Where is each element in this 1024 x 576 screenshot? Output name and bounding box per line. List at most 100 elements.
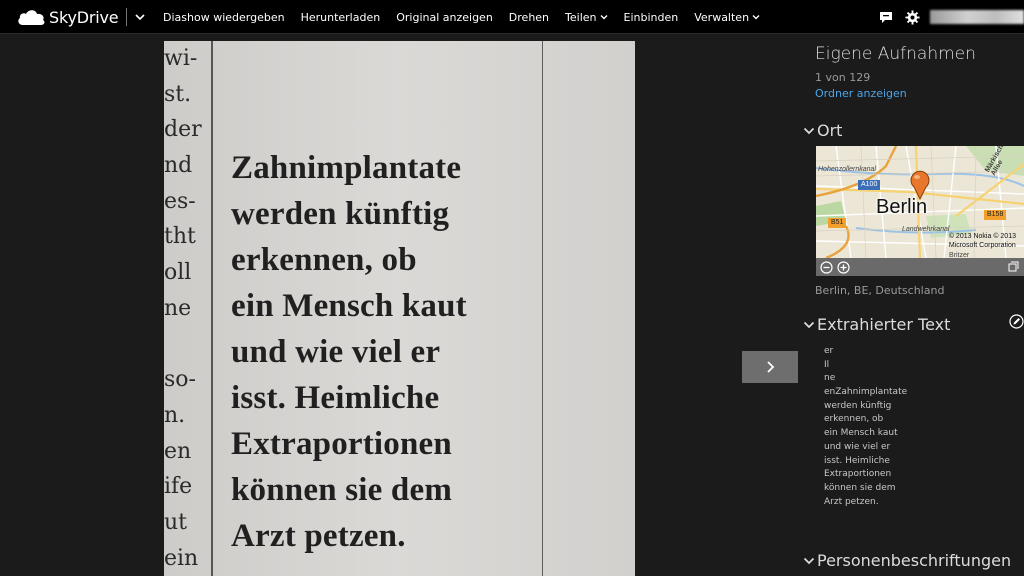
fragment-line: tht xyxy=(164,224,196,250)
extracted-line: erkennen, ob xyxy=(824,414,884,425)
fragment-line: ut xyxy=(164,509,188,535)
fragment-line: so- xyxy=(164,367,196,393)
fragment-line: ife xyxy=(164,474,193,500)
photo-viewer[interactable]: wi-st. der nd es-tht oll ne so-n. en ife ut ein Za… xyxy=(164,41,635,576)
extracted-line: ein Mensch kaut xyxy=(824,428,898,439)
share-menu[interactable]: Teilen xyxy=(557,0,615,34)
column-rule-left xyxy=(211,41,213,576)
chevron-down-icon xyxy=(803,127,815,134)
extracted-line: isst. Heimliche xyxy=(824,455,890,466)
quote-line: und wie viel er xyxy=(231,334,441,370)
slideshow-label: Diashow wiedergeben xyxy=(163,10,285,24)
map-label-hohenzollernkanal: Hohenzollernkanal xyxy=(818,166,876,173)
view-folder-link[interactable]: Ordner anzeigen xyxy=(815,87,907,100)
extracted-line: können sie dem xyxy=(824,482,896,493)
map-zoom-bar xyxy=(816,258,1024,276)
rotate-label: Drehen xyxy=(508,10,550,24)
quote-line: erkennen, ob xyxy=(231,242,417,278)
rotate-button[interactable]: Drehen xyxy=(501,0,557,34)
extracted-line: Il xyxy=(824,359,830,370)
command-bar: Diashow wiedergeben Herunterladen Origin… xyxy=(155,0,768,34)
copyright-microsoft: Microsoft Corporation xyxy=(948,242,1016,249)
fragment-line xyxy=(164,327,194,363)
quote-line: Extraportionen xyxy=(231,426,452,462)
fragment-line: wi- xyxy=(164,46,198,71)
extracted-text-section-title: Extrahierter Text xyxy=(817,315,951,334)
album-title: Eigene Aufnahmen xyxy=(815,44,976,64)
fragment-line: der xyxy=(164,117,202,143)
top-right-controls xyxy=(878,0,1024,34)
fragment-line: st. xyxy=(164,81,192,107)
column-rule-right xyxy=(542,41,543,576)
location-map[interactable]: Hohenzollernkanal Landwehrkanal Märkisch… xyxy=(816,146,1024,276)
chevron-down-icon xyxy=(600,15,608,20)
chevron-right-icon xyxy=(767,361,775,373)
extracted-line: Extraportionen xyxy=(824,469,892,480)
expand-map-icon[interactable] xyxy=(1008,261,1019,272)
download-button[interactable]: Herunterladen xyxy=(293,0,389,34)
fragment-line: oll xyxy=(164,260,192,286)
extracted-text-section-header[interactable]: Extrahierter Text xyxy=(803,315,950,334)
people-tags-section-header[interactable]: Personenbeschriftungen xyxy=(803,551,1011,570)
chevron-down-icon[interactable] xyxy=(134,11,146,23)
brand-name: SkyDrive xyxy=(49,7,119,27)
road-shield-b51: B51 xyxy=(828,218,847,228)
chevron-down-icon xyxy=(803,321,815,328)
share-label: Teilen xyxy=(565,10,597,24)
embed-label: Einbinden xyxy=(623,10,679,24)
zoom-in-icon[interactable] xyxy=(837,260,850,274)
fragment-line: nd xyxy=(164,153,193,179)
top-bar: SkyDrive Diashow wiedergeben Herunterlad… xyxy=(0,0,1024,34)
location-section-title: Ort xyxy=(817,121,843,140)
next-photo-button[interactable] xyxy=(742,351,798,383)
extracted-line: ne xyxy=(824,373,836,384)
left-column-fragments: wi-st. der nd es-tht oll ne so-n. en ife ut ein xyxy=(164,41,202,576)
brand[interactable]: SkyDrive xyxy=(16,6,146,28)
zoom-out-icon[interactable] xyxy=(820,260,833,274)
extracted-text: er Il ne enZahnimplantate werden künftig erke… xyxy=(824,345,1004,509)
fragment-line: es- xyxy=(164,188,196,214)
map-label-landwehrkanal: Landwehrkanal xyxy=(902,226,950,233)
quote-text: Zahnimplantate werden künftig erkennen, ob… xyxy=(231,145,531,559)
copyright-nokia: © 2013 Nokia xyxy=(948,233,992,240)
embed-button[interactable]: Einbinden xyxy=(616,0,687,34)
extracted-line: enZahnimplantate xyxy=(824,387,908,398)
view-original-label: Original anzeigen xyxy=(396,10,493,24)
map-copyright: © 2013 Nokia © 2013 Microsoft Corporatio… xyxy=(949,232,1016,250)
quote-line: Zahnimplantate xyxy=(231,150,462,186)
quote-line: Arzt petzen. xyxy=(231,518,406,554)
info-panel: Eigene Aufnahmen 1 von 129 Ordner anzeig… xyxy=(800,34,1024,576)
view-original-button[interactable]: Original anzeigen xyxy=(388,0,501,34)
extracted-line: er xyxy=(824,346,834,356)
gear-icon[interactable] xyxy=(904,9,920,25)
map-city-label: Berlin xyxy=(876,196,928,218)
quote-line: können sie dem xyxy=(231,472,453,508)
fragment-line: ne xyxy=(164,295,192,321)
extracted-line: werden künftig xyxy=(824,400,892,411)
quote-line: isst. Heimliche xyxy=(231,380,440,416)
download-label: Herunterladen xyxy=(300,10,381,24)
edit-icon[interactable] xyxy=(1009,314,1024,329)
fragment-line: ein xyxy=(164,545,199,571)
chevron-down-icon xyxy=(752,15,760,20)
road-shield-b158: B158 xyxy=(984,210,1007,220)
messenger-icon[interactable] xyxy=(878,9,894,25)
extracted-line: Arzt petzen. xyxy=(824,496,879,507)
location-section-header[interactable]: Ort xyxy=(803,121,842,140)
manage-label: Verwalten xyxy=(694,10,750,24)
fragment-line: n. xyxy=(164,402,186,428)
photo-position: 1 von 129 xyxy=(815,71,871,84)
people-tags-section-title: Personenbeschriftungen xyxy=(817,551,1012,570)
extracted-line: und wie viel er xyxy=(824,441,891,452)
fragment-line: en xyxy=(164,438,192,464)
copyright-year: © 2013 xyxy=(993,233,1016,240)
location-text: Berlin, BE, Deutschland xyxy=(815,284,945,297)
quote-line: ein Mensch kaut xyxy=(231,288,467,324)
slideshow-button[interactable]: Diashow wiedergeben xyxy=(155,0,293,34)
manage-menu[interactable]: Verwalten xyxy=(686,0,768,34)
road-shield-a100: A100 xyxy=(858,180,881,190)
brand-divider xyxy=(126,8,128,26)
quote-line: werden künftig xyxy=(231,196,450,232)
user-account[interactable] xyxy=(930,10,1024,24)
skydrive-cloud-icon xyxy=(18,10,45,25)
